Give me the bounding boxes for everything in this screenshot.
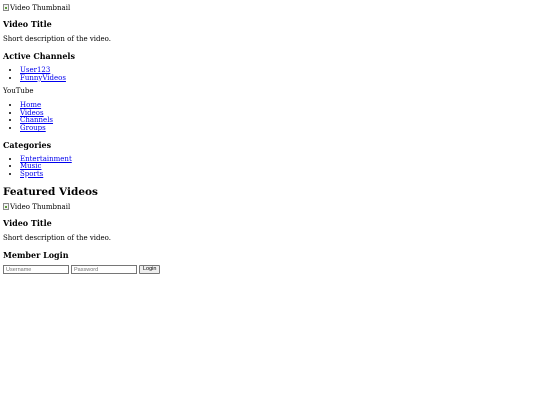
active-channels-heading: Active Channels — [3, 51, 75, 61]
list-item: Entertainment — [20, 155, 533, 164]
featured-video-description: Short description of the video. — [3, 234, 111, 243]
page: Video Thumbnail Video Title Short descri… — [3, 0, 533, 275]
login-form: Login — [3, 265, 533, 275]
list-item: Channels — [20, 117, 533, 125]
category-link-sports[interactable]: Sports — [20, 170, 43, 178]
featured-videos-heading: Featured Videos — [3, 186, 98, 199]
list-item: User123 — [20, 66, 533, 75]
list-item: FunnyVideos — [20, 74, 533, 83]
video-thumbnail[interactable]: Video Thumbnail — [3, 3, 533, 12]
categories-heading: Categories — [3, 139, 52, 150]
list-item: Videos — [20, 109, 533, 118]
password-input[interactable] — [71, 265, 137, 275]
channel-link-funnyvideos[interactable]: FunnyVideos — [20, 74, 66, 82]
broken-image-icon — [3, 4, 9, 11]
featured-video-title: Video Title — [3, 218, 52, 229]
list-item: Home — [20, 101, 533, 110]
video-thumbnail-alt: Video Thumbnail — [10, 3, 71, 12]
login-button[interactable]: Login — [139, 265, 161, 275]
list-item: Music — [20, 162, 533, 171]
username-input[interactable] — [3, 265, 69, 275]
video-description: Short description of the video. — [3, 35, 111, 43]
list-item: Groups — [20, 124, 533, 133]
categories-list: Entertainment Music Sports — [3, 155, 533, 179]
featured-video-thumbnail[interactable]: Video Thumbnail — [3, 202, 533, 211]
broken-image-icon — [3, 203, 9, 211]
main-nav: Home Videos Channels Groups — [3, 101, 533, 133]
site-brand: YouTube — [3, 87, 34, 96]
featured-thumbnail-alt: Video Thumbnail — [10, 202, 71, 211]
active-channels-list: User123 FunnyVideos — [3, 66, 533, 83]
nav-link-groups[interactable]: Groups — [20, 124, 46, 132]
member-login-heading: Member Login — [3, 250, 69, 261]
video-title: Video Title — [3, 19, 52, 29]
list-item: Sports — [20, 170, 533, 179]
